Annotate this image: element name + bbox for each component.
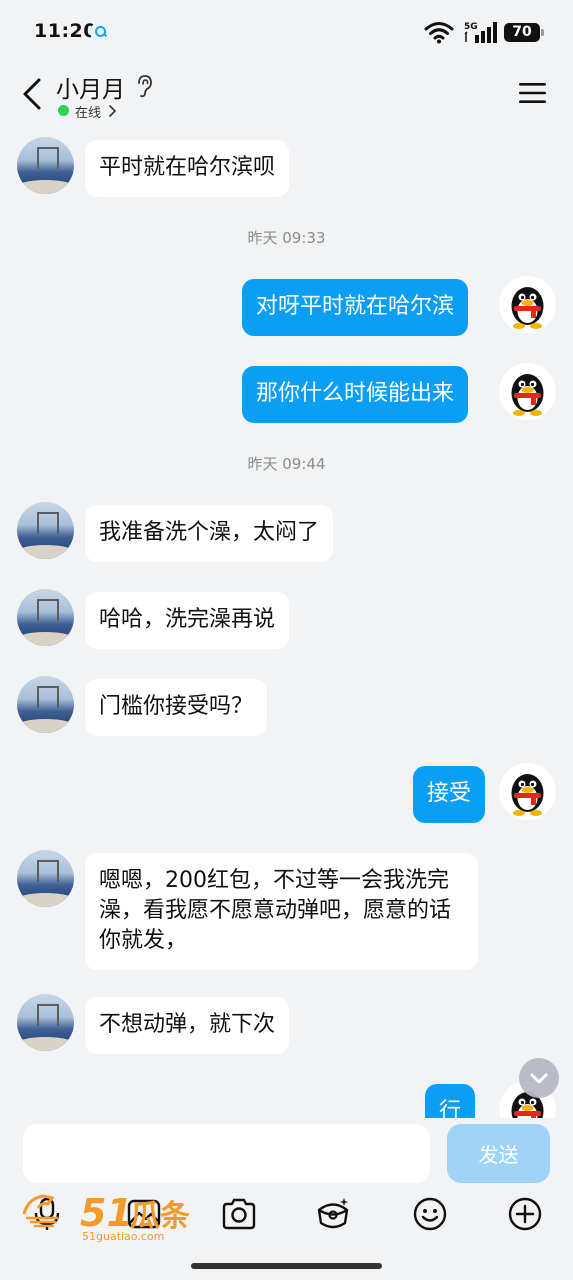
contact-avatar[interactable]: [17, 502, 74, 559]
wifi-icon: [424, 22, 454, 44]
home-indicator[interactable]: [191, 1263, 382, 1269]
message-input[interactable]: [23, 1124, 430, 1183]
message-bubble-sent[interactable]: 对呀平时就在哈尔滨: [242, 279, 469, 336]
my-avatar-penguin-icon[interactable]: [499, 276, 556, 333]
status-time: 11:20: [34, 20, 97, 42]
message-list[interactable]: 平时就在哈尔滨呗 昨天 09:33 对呀平时就在哈尔滨 那你什么时候能出来 昨天…: [0, 130, 573, 1118]
message-timestamp: 昨天 09:33: [247, 229, 326, 247]
input-bar: 发送 51 瓜条 51guatiao.com: [0, 1118, 573, 1280]
plus-icon[interactable]: [507, 1196, 543, 1232]
search-notification-icon: [90, 22, 110, 42]
message-bubble-sent[interactable]: 那你什么时候能出来: [242, 366, 469, 423]
chevron-right-icon[interactable]: [107, 104, 117, 118]
send-button[interactable]: 发送: [447, 1124, 550, 1183]
message-bubble-received[interactable]: 平时就在哈尔滨呗: [85, 140, 290, 197]
status-bar: 11:20 5G 70: [0, 0, 573, 64]
contact-name[interactable]: 小月月: [56, 70, 125, 104]
message-bubble-received[interactable]: 不想动弹，就下次: [85, 997, 290, 1054]
message-bubble-sent[interactable]: 行: [425, 1084, 476, 1118]
contact-avatar[interactable]: [17, 676, 74, 733]
emoji-icon[interactable]: [412, 1196, 448, 1232]
battery-icon: 70: [504, 23, 544, 42]
message-bubble-received[interactable]: 门槛你接受吗？: [85, 679, 268, 736]
message-bubble-sent[interactable]: 接受: [413, 766, 486, 823]
network-label: 5G: [464, 22, 478, 32]
my-avatar-penguin-icon[interactable]: [499, 363, 556, 420]
message-bubble-received[interactable]: 我准备洗个澡，太闷了: [85, 505, 334, 562]
chevron-down-icon: [530, 1073, 548, 1084]
message-bubble-received[interactable]: 嗯嗯，200红包，不过等一会我洗完澡，看我愿不愿意动弹吧，愿意的话你就发，: [85, 853, 478, 970]
chat-header: 小月月 在线: [0, 64, 573, 130]
menu-icon[interactable]: [519, 82, 546, 104]
camera-icon[interactable]: [221, 1196, 257, 1232]
scroll-to-bottom-button[interactable]: [519, 1058, 559, 1098]
my-avatar-penguin-icon[interactable]: [499, 763, 556, 820]
contact-avatar[interactable]: [17, 137, 74, 194]
ear-icon: [138, 75, 152, 98]
online-status-text[interactable]: 在线: [75, 102, 101, 121]
watermark-brand-cn: 瓜条: [130, 1199, 190, 1234]
contact-avatar[interactable]: [17, 994, 74, 1051]
message-bubble-received[interactable]: 哈哈，洗完澡再说: [85, 592, 290, 649]
battery-level: 70: [512, 24, 532, 40]
red-packet-icon[interactable]: [315, 1196, 351, 1232]
contact-avatar[interactable]: [17, 850, 74, 907]
message-timestamp: 昨天 09:44: [247, 455, 326, 473]
51guatiao-watermark-logo: 51 瓜条 51guatiao.com: [22, 1191, 190, 1242]
cellular-signal-icon: 5G: [464, 22, 497, 43]
online-status-dot: [58, 105, 69, 116]
watermark-brand: 51: [80, 1191, 133, 1235]
contact-avatar[interactable]: [17, 589, 74, 646]
back-arrow-icon[interactable]: [20, 74, 44, 114]
watermark-domain: 51guatiao.com: [82, 1230, 164, 1242]
